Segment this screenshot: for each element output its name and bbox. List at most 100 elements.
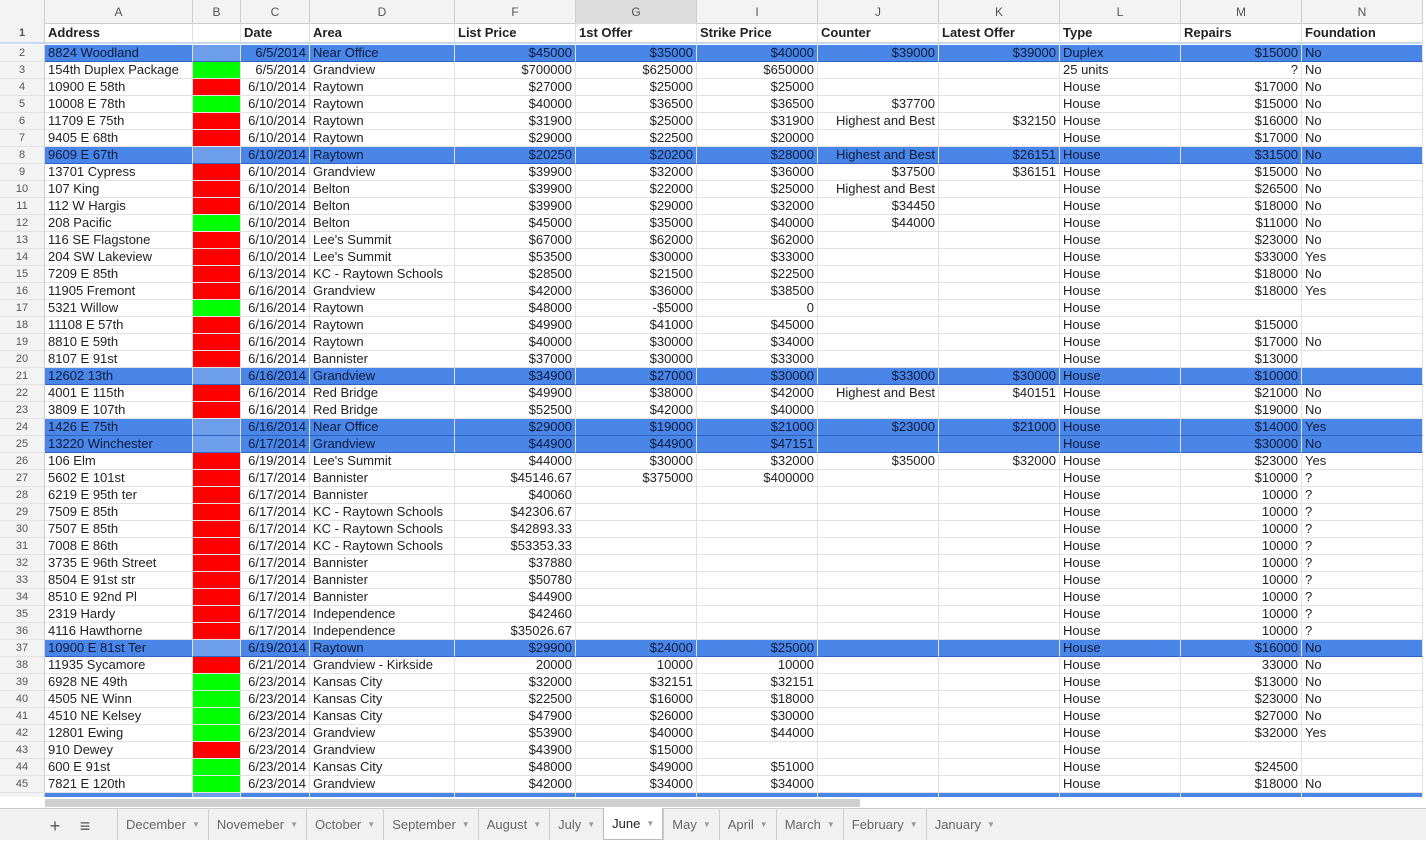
cell-a[interactable]: 13220 Winchester <box>45 436 193 453</box>
cell-j[interactable] <box>818 742 939 759</box>
row-number[interactable]: 8 <box>0 147 45 164</box>
cell-j[interactable] <box>818 300 939 317</box>
cell-j[interactable]: $35000 <box>818 453 939 470</box>
cell-g[interactable]: $35000 <box>576 45 697 62</box>
row-number[interactable]: 32 <box>0 555 45 572</box>
cell-a[interactable]: 5602 E 101st <box>45 470 193 487</box>
cell[interactable] <box>45 793 193 797</box>
cell-d[interactable]: Lee's Summit <box>310 232 455 249</box>
cell-m[interactable]: $23000 <box>1181 453 1302 470</box>
cell[interactable] <box>697 793 818 797</box>
row-number[interactable]: 7 <box>0 130 45 147</box>
cell-d[interactable]: Belton <box>310 181 455 198</box>
sheet-tab-october[interactable]: October ▼ <box>306 809 383 840</box>
cell-l[interactable]: House <box>1060 555 1181 572</box>
cell-m[interactable]: $19000 <box>1181 402 1302 419</box>
cell-a[interactable]: 11709 E 75th <box>45 113 193 130</box>
cell-g[interactable] <box>576 504 697 521</box>
cell-f[interactable]: $45146.67 <box>455 470 576 487</box>
cell-n[interactable]: Yes <box>1302 419 1423 436</box>
cell-n[interactable]: No <box>1302 640 1423 657</box>
cell-m[interactable]: $27000 <box>1181 708 1302 725</box>
cell-f[interactable]: $39900 <box>455 198 576 215</box>
status-color-cell[interactable] <box>193 742 241 759</box>
cell-l[interactable]: House <box>1060 334 1181 351</box>
all-sheets-menu-icon[interactable]: ≡ <box>70 809 100 840</box>
cell-m[interactable]: 10000 <box>1181 555 1302 572</box>
dropdown-arrow-icon[interactable]: ▼ <box>827 809 835 840</box>
spreadsheet-grid[interactable]: ABCDFGIJKLMN 1 Address Date Area List Price 1… <box>0 0 1426 797</box>
cell-l[interactable]: House <box>1060 538 1181 555</box>
cell-i[interactable]: $25000 <box>697 181 818 198</box>
dropdown-arrow-icon[interactable]: ▼ <box>533 809 541 840</box>
cell-f[interactable]: $42000 <box>455 776 576 793</box>
row-number[interactable]: 42 <box>0 725 45 742</box>
cell-i[interactable] <box>697 623 818 640</box>
status-color-cell[interactable] <box>193 453 241 470</box>
cell-a[interactable]: 9609 E 67th <box>45 147 193 164</box>
cell-l[interactable]: House <box>1060 725 1181 742</box>
cell-g[interactable]: $375000 <box>576 470 697 487</box>
cell-n[interactable]: No <box>1302 402 1423 419</box>
cell-k[interactable] <box>939 232 1060 249</box>
cell-g[interactable]: -$5000 <box>576 300 697 317</box>
cell-k[interactable] <box>939 521 1060 538</box>
row-number[interactable]: 35 <box>0 606 45 623</box>
row-number[interactable]: 17 <box>0 300 45 317</box>
cell-m[interactable]: $23000 <box>1181 691 1302 708</box>
cell-g[interactable]: $36500 <box>576 96 697 113</box>
cell-i[interactable]: $42000 <box>697 385 818 402</box>
header-cell[interactable]: 1st Offer <box>576 24 697 44</box>
cell-c[interactable]: 6/19/2014 <box>241 453 310 470</box>
cell-l[interactable]: House <box>1060 198 1181 215</box>
cell-k[interactable]: $32150 <box>939 113 1060 130</box>
cell-c[interactable]: 6/16/2014 <box>241 419 310 436</box>
cell-c[interactable]: 6/10/2014 <box>241 181 310 198</box>
column-header-d[interactable]: D <box>310 0 455 24</box>
cell-d[interactable]: Near Office <box>310 419 455 436</box>
cell-j[interactable] <box>818 470 939 487</box>
cell-n[interactable]: No <box>1302 674 1423 691</box>
cell-f[interactable]: $39900 <box>455 164 576 181</box>
cell-l[interactable]: House <box>1060 589 1181 606</box>
cell-g[interactable]: $22500 <box>576 130 697 147</box>
cell-j[interactable] <box>818 589 939 606</box>
cell-m[interactable]: $30000 <box>1181 436 1302 453</box>
cell-i[interactable] <box>697 742 818 759</box>
row-number[interactable]: 26 <box>0 453 45 470</box>
cell-a[interactable]: 7209 E 85th <box>45 266 193 283</box>
cell-m[interactable]: $18000 <box>1181 266 1302 283</box>
column-header-f[interactable]: F <box>455 0 576 24</box>
status-color-cell[interactable] <box>193 198 241 215</box>
cell-n[interactable]: ? <box>1302 555 1423 572</box>
cell-c[interactable]: 6/19/2014 <box>241 640 310 657</box>
cell-f[interactable]: $40060 <box>455 487 576 504</box>
cell-k[interactable] <box>939 776 1060 793</box>
cell-l[interactable]: House <box>1060 487 1181 504</box>
cell-d[interactable]: Bannister <box>310 487 455 504</box>
cell[interactable] <box>1060 793 1181 797</box>
cell-d[interactable]: Grandview <box>310 742 455 759</box>
cell-c[interactable]: 6/10/2014 <box>241 249 310 266</box>
cell-k[interactable] <box>939 487 1060 504</box>
cell-f[interactable]: $49900 <box>455 317 576 334</box>
cell-d[interactable]: Independence <box>310 623 455 640</box>
cell-d[interactable]: Bannister <box>310 470 455 487</box>
cell-m[interactable]: $23000 <box>1181 232 1302 249</box>
cell-m[interactable]: $33000 <box>1181 249 1302 266</box>
cell-f[interactable]: $44900 <box>455 436 576 453</box>
cell-i[interactable]: $40000 <box>697 215 818 232</box>
cell-a[interactable]: 5321 Willow <box>45 300 193 317</box>
status-color-cell[interactable] <box>193 521 241 538</box>
cell-a[interactable]: 4505 NE Winn <box>45 691 193 708</box>
cell-j[interactable] <box>818 623 939 640</box>
cell-f[interactable]: $34900 <box>455 368 576 385</box>
cell-d[interactable]: Grandview - Kirkside <box>310 657 455 674</box>
header-cell[interactable]: Repairs <box>1181 24 1302 44</box>
cell-i[interactable]: $40000 <box>697 402 818 419</box>
cell-g[interactable]: $62000 <box>576 232 697 249</box>
cell-a[interactable]: 4001 E 115th <box>45 385 193 402</box>
cell-n[interactable]: ? <box>1302 470 1423 487</box>
cell-i[interactable]: $28000 <box>697 147 818 164</box>
cell-m[interactable]: $17000 <box>1181 130 1302 147</box>
